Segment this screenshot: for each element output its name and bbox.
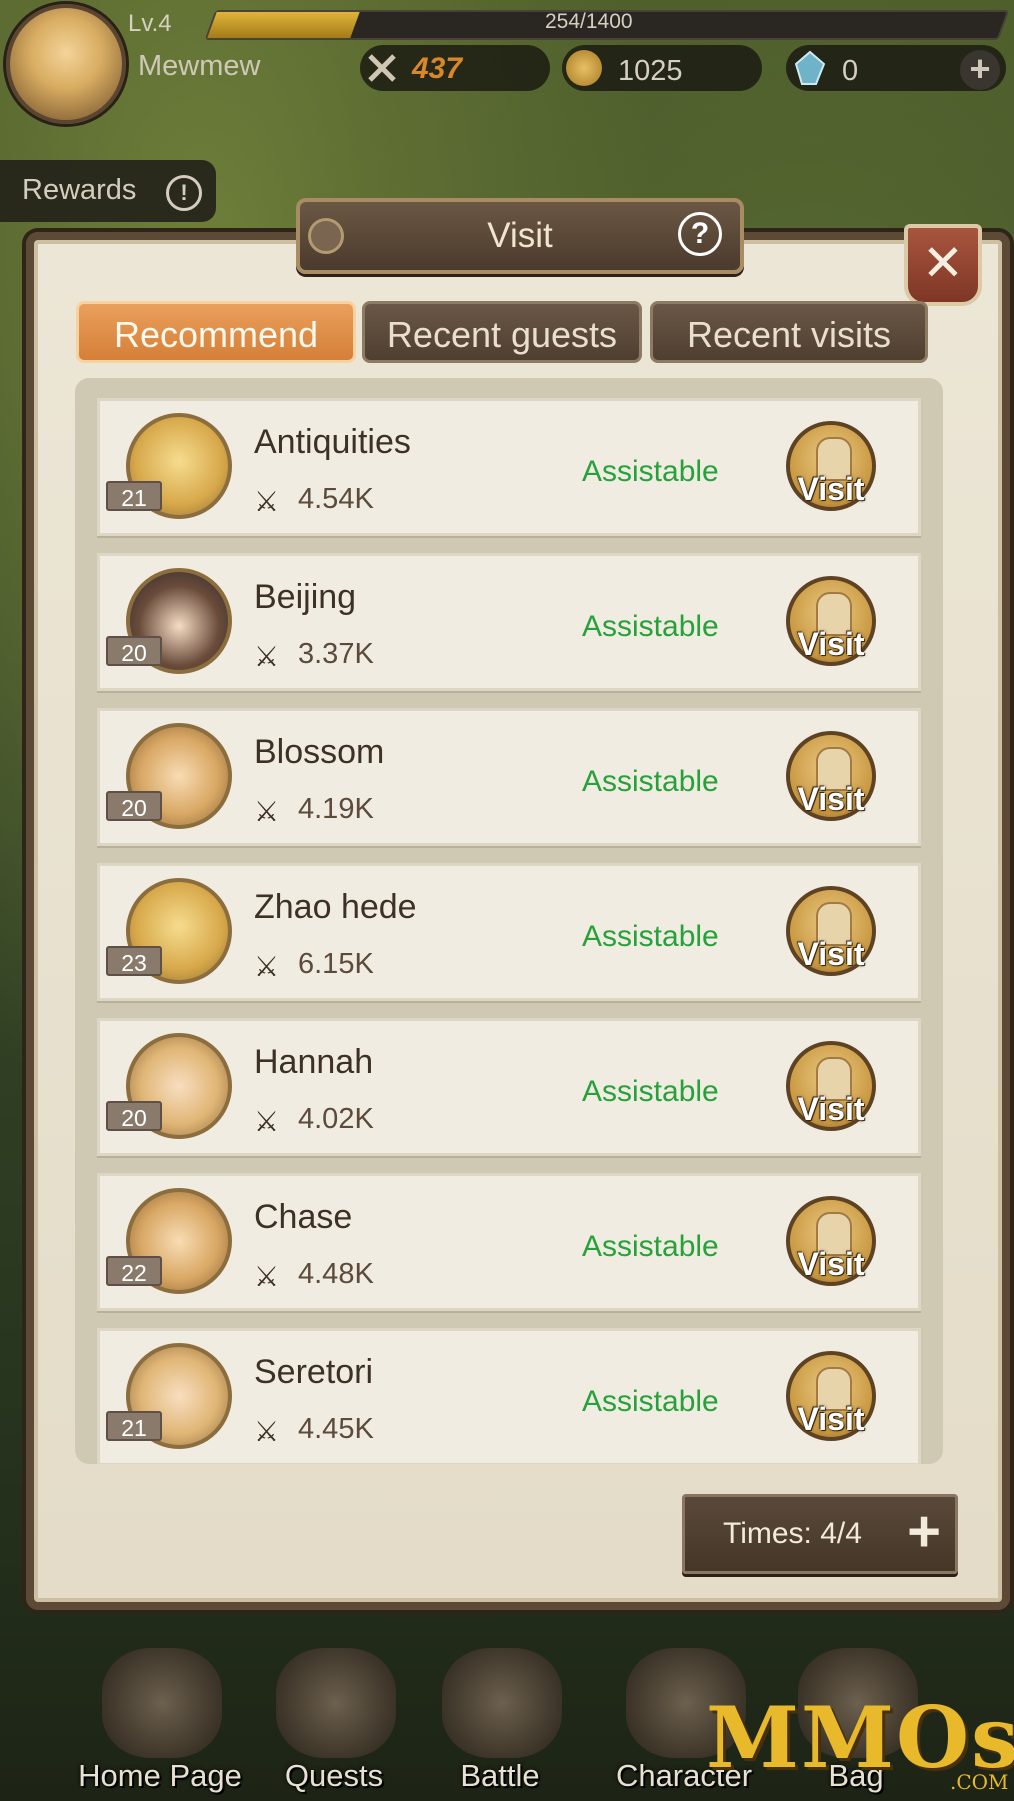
list-item: 21 Antiquities ⚔ 4.54K Assistable Visit: [97, 398, 921, 536]
player-power: 4.54K: [298, 483, 374, 515]
list-item: 22 Chase ⚔ 4.48K Assistable Visit: [97, 1173, 921, 1311]
coin-icon: [566, 50, 602, 86]
visit-button[interactable]: Visit: [786, 1041, 876, 1131]
status-text: Assistable: [582, 610, 719, 643]
tab-recent-visits[interactable]: Recent visits: [650, 301, 928, 363]
player-name: Beijing: [254, 578, 357, 616]
help-button[interactable]: ?: [678, 212, 722, 256]
player-name: Blossom: [254, 733, 385, 771]
visit-button[interactable]: Visit: [786, 1196, 876, 1286]
player-level: Lv.4: [128, 10, 172, 37]
info-icon: !: [166, 175, 202, 211]
player-list[interactable]: 21 Antiquities ⚔ 4.54K Assistable Visit …: [75, 378, 943, 1464]
sword-character-icon: [442, 1648, 562, 1758]
status-text: Assistable: [582, 1230, 719, 1263]
tab-recent-guests[interactable]: Recent guests: [362, 301, 642, 363]
player-power: 4.48K: [298, 1258, 374, 1290]
visit-label: Visit: [797, 781, 865, 817]
lock-icon: [276, 1648, 396, 1758]
rewards-label: Rewards: [22, 174, 137, 206]
visit-button[interactable]: Visit: [786, 731, 876, 821]
player-power: 437: [412, 52, 463, 85]
list-item: 21 Seretori ⚔ 4.45K Assistable Visit: [97, 1328, 921, 1464]
xp-text: 254/1400: [545, 10, 633, 33]
watermark-suffix: .COM: [950, 1770, 1009, 1794]
times-label: Times: 4/4: [723, 1517, 862, 1550]
crossed-swords-icon: ⚔: [254, 1416, 280, 1447]
player-avatar[interactable]: [6, 4, 126, 124]
player-name: Chase: [254, 1198, 353, 1236]
crossed-swords-icon: ⚔: [254, 951, 280, 982]
visit-button[interactable]: Visit: [786, 1351, 876, 1441]
list-item: 20 Blossom ⚔ 4.19K Assistable Visit: [97, 708, 921, 846]
level-badge: 20: [106, 791, 162, 821]
nav-label: Home Page: [78, 1758, 242, 1793]
crossed-swords-icon: ⚔: [254, 641, 280, 672]
level-badge: 23: [106, 946, 162, 976]
castle-icon: [102, 1648, 222, 1758]
nav-label: Quests: [284, 1758, 384, 1793]
nav-quests[interactable]: Quests: [254, 1618, 414, 1801]
xp-bar-fill: [207, 12, 360, 38]
add-gems-button[interactable]: +: [960, 50, 1000, 90]
player-name: Antiquities: [254, 423, 411, 461]
gold-amount: 1025: [618, 55, 683, 87]
visit-label: Visit: [797, 1091, 865, 1127]
list-item: 23 Zhao hede ⚔ 6.15K Assistable Visit: [97, 863, 921, 1001]
nav-battle[interactable]: Battle: [420, 1618, 580, 1801]
status-text: Assistable: [582, 455, 719, 488]
player-power: 6.15K: [298, 948, 374, 980]
level-badge: 22: [106, 1256, 162, 1286]
dialog-title-bar: Visit ?: [296, 198, 744, 274]
crossed-swords-icon: ⚔: [254, 1106, 280, 1137]
top-status-bar: Lv.4 254/1400 Mewmew 437 1025 0 +: [0, 0, 1014, 124]
visit-times-box: Times: 4/4 +: [682, 1494, 958, 1574]
player-name: Seretori: [254, 1353, 374, 1391]
list-item: 20 Beijing ⚔ 3.37K Assistable Visit: [97, 553, 921, 691]
visit-label: Visit: [797, 1246, 865, 1282]
rewards-button[interactable]: Rewards !: [0, 160, 216, 222]
level-badge: 21: [106, 481, 162, 511]
player-name: Mewmew: [138, 50, 261, 82]
visit-button[interactable]: Visit: [786, 421, 876, 511]
visit-label: Visit: [797, 936, 865, 972]
player-power: 4.02K: [298, 1103, 374, 1135]
visit-label: Visit: [797, 626, 865, 662]
close-button[interactable]: ✕: [904, 224, 982, 306]
add-times-button[interactable]: +: [907, 1503, 941, 1561]
player-power: 3.37K: [298, 638, 374, 670]
status-text: Assistable: [582, 1075, 719, 1108]
crossed-swords-icon: ⚔: [254, 1261, 280, 1292]
nav-home-page[interactable]: Home Page: [78, 1618, 242, 1801]
crossed-swords-icon: ⚔: [254, 486, 280, 517]
crossed-swords-icon: [368, 54, 396, 82]
player-power: 4.19K: [298, 793, 374, 825]
player-power: 4.45K: [298, 1413, 374, 1445]
status-text: Assistable: [582, 765, 719, 798]
status-text: Assistable: [582, 1385, 719, 1418]
crossed-swords-icon: ⚔: [254, 796, 280, 827]
crystal-icon: [794, 50, 826, 85]
list-item: 20 Hannah ⚔ 4.02K Assistable Visit: [97, 1018, 921, 1156]
level-badge: 20: [106, 1101, 162, 1131]
gem-amount: 0: [842, 55, 859, 87]
level-badge: 21: [106, 1411, 162, 1441]
player-name: Hannah: [254, 1043, 374, 1081]
status-text: Assistable: [582, 920, 719, 953]
nav-label: Battle: [460, 1758, 540, 1793]
visit-label: Visit: [797, 1401, 865, 1437]
tab-recommend[interactable]: Recommend: [76, 301, 356, 363]
visit-button[interactable]: Visit: [786, 576, 876, 666]
visit-button[interactable]: Visit: [786, 886, 876, 976]
visit-label: Visit: [797, 471, 865, 507]
dialog-title: Visit: [487, 216, 553, 255]
player-name: Zhao hede: [254, 888, 417, 926]
level-badge: 20: [106, 636, 162, 666]
